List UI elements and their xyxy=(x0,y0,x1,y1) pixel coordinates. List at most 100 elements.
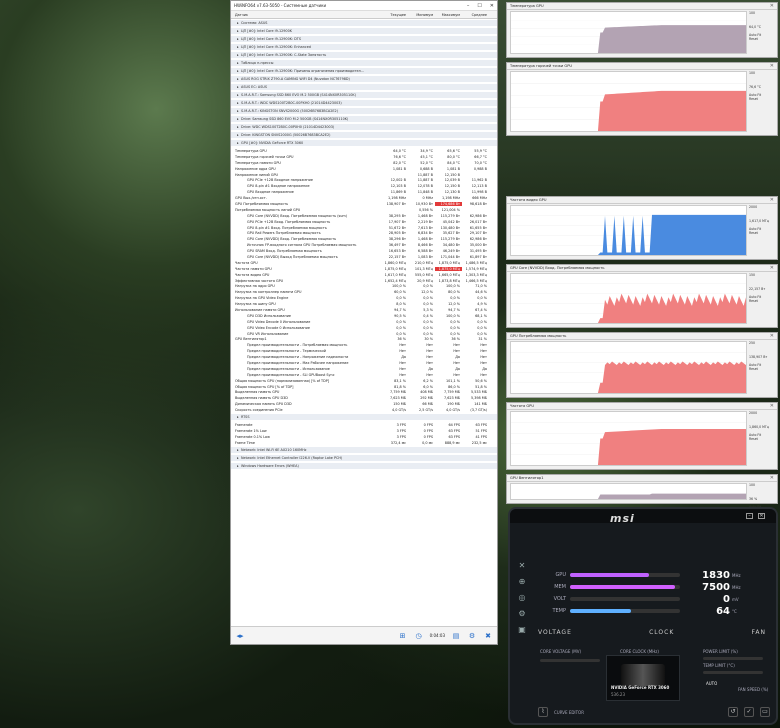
sensor-value: 11,887 В xyxy=(417,178,433,183)
sensor-value: 115,279 Вт xyxy=(440,237,460,242)
settings-icon[interactable]: ⚙ xyxy=(517,609,527,619)
graph-side-panel: 2000 1,860,0 МГц Auto Fit Reset xyxy=(749,411,775,441)
header-max[interactable]: Максимум xyxy=(435,13,462,17)
sensor-group-label: ▸ Drive: KINGSTON SNVS2000G (50026B7683BC… xyxy=(231,133,381,137)
sensor-group[interactable]: ▸ Network: Intel Wi-Fi 6E AX210 160MHz xyxy=(231,446,497,453)
power-limit-slider[interactable] xyxy=(703,657,763,660)
settings-icon[interactable]: ⚙ xyxy=(467,631,477,641)
reset-button[interactable]: Reset xyxy=(749,37,775,41)
graph-close-icon[interactable]: ✕ xyxy=(770,265,774,271)
monitor-fill xyxy=(570,573,650,577)
sensor-group[interactable]: ▸ S.M.A.R.T.: Samsung SSD 860 EVO M.2 500… xyxy=(231,92,497,98)
graph-side-panel: 150 22,157 Вт Auto Fit Reset xyxy=(749,273,775,303)
sensor-value: 1,198 MHz xyxy=(387,196,406,201)
sensor-value: Да xyxy=(455,355,460,360)
sensor-group[interactable]: ▸ ЦП [#0]: Intel Core i9-12900K xyxy=(231,28,497,34)
graph-side-panel: 250 138,907 Вт Auto Fit Reset xyxy=(749,341,775,371)
reset-button[interactable]: Reset xyxy=(749,231,775,235)
sensor-row[interactable]: Скорость соединения PCIe 4,0 GT/s 2,5 GT/s… xyxy=(231,407,497,413)
tab-fan[interactable]: FAN xyxy=(752,629,767,643)
sensor-group[interactable]: ▸ S.M.A.R.T.: WDC WDS100T2B0C-00PXH0 (210… xyxy=(231,100,497,106)
sensor-group-label: ▸ Система: ASUS xyxy=(231,21,381,25)
reset-button[interactable]: Reset xyxy=(749,367,775,371)
sensor-group[interactable]: ▸ Windows Hardware Errors (WHEA) xyxy=(231,462,497,469)
save-icon[interactable]: ▭ xyxy=(760,707,770,717)
header-current[interactable]: Текущее xyxy=(381,13,408,17)
sensor-name: Использование памяти GPU xyxy=(235,307,285,312)
curve-icon[interactable]: ⌇ xyxy=(538,707,548,717)
sensor-group[interactable]: ▸ ASUS EC: ASUS xyxy=(231,84,497,90)
sensor-group[interactable]: ▸ S.M.A.R.T.: KINGSTON SNVS2000G (50026B7… xyxy=(231,108,497,114)
reset-icon[interactable]: ↺ xyxy=(728,707,738,717)
apply-icon[interactable]: ✓ xyxy=(744,707,754,717)
sensor-group[interactable]: ▸ Drive: WDC WDS100T2B0C-00PXH0 (21014D44… xyxy=(231,124,497,130)
network-icon[interactable]: ⊞ xyxy=(398,631,408,641)
sensor-value: Нет xyxy=(426,361,433,365)
sensor-graph-window: GPU Вентилятор1✕10036 %Auto FitReset xyxy=(506,474,778,513)
report-icon[interactable]: ▤ xyxy=(451,631,461,641)
sensor-group[interactable]: ▸ Drive: Samsung SSD 860 EVO M.2 500GB (S… xyxy=(231,116,497,122)
graph-close-icon[interactable]: ✕ xyxy=(770,197,774,203)
sensor-value: 0,688 В xyxy=(419,166,433,171)
sensor-value: 100,0 % xyxy=(445,284,460,289)
sensor-value: 666 MHz xyxy=(472,196,487,201)
temp-limit-slider[interactable] xyxy=(703,671,763,674)
sensor-group[interactable]: ▸ Network: Intel Ethernet Controller I226… xyxy=(231,454,497,461)
scanner-icon[interactable]: ⊕ xyxy=(517,577,527,587)
sensor-group[interactable]: ▸ Drive: KINGSTON SNVS2000G (50026B7683BC… xyxy=(231,132,497,138)
header-sensor[interactable]: Датчик xyxy=(231,13,381,17)
sensor-group[interactable]: ▸ ASUS ROG STRIX Z790-A GAMING WIFI D4 (N… xyxy=(231,76,497,82)
sensor-row[interactable]: Frame Time 372,4 мс 0,0 мс 888,9 мс 232,5 мс xyxy=(231,440,497,446)
minimize-icon[interactable]: – xyxy=(467,3,470,9)
sensor-value: 67,4 % xyxy=(475,307,487,312)
oc-icon[interactable]: ◎ xyxy=(517,593,527,603)
sensor-group[interactable]: ▸ GPU [#0]: NVIDIA GeForce RTX 3060 xyxy=(231,140,497,146)
close-icon[interactable]: ✕ xyxy=(490,3,494,9)
sensor-value: 81,8 % xyxy=(394,384,406,389)
msi-minimize-icon[interactable]: – xyxy=(746,513,753,519)
graph-close-icon[interactable]: ✕ xyxy=(770,333,774,339)
sensor-value: 34,9 °C xyxy=(420,148,433,153)
sensor-value: Нет xyxy=(480,355,487,360)
header-avg[interactable]: Среднее xyxy=(462,13,489,17)
graph-plot xyxy=(510,411,747,466)
sensor-value: 36 % xyxy=(397,337,406,342)
sensor-group[interactable]: ▸ ЦП [#0]: Intel Core i9-12900K: C-State … xyxy=(231,52,497,58)
sensor-value: 12,150 В xyxy=(444,172,460,177)
sensor-value: 12,130 В xyxy=(444,190,460,195)
tab-clock[interactable]: CLOCK xyxy=(649,629,674,643)
sensor-group[interactable]: ▸ Таблица п-прессы xyxy=(231,60,497,66)
kboost-icon[interactable]: ✕ xyxy=(517,561,527,571)
monitor-icon[interactable]: ▣ xyxy=(517,625,527,635)
sensor-group[interactable]: ▸ RTSS xyxy=(231,414,497,421)
msi-close-icon[interactable]: ✕ xyxy=(758,513,765,519)
core-voltage-slider[interactable] xyxy=(540,659,600,662)
sensor-group-label: ▸ S.M.A.R.T.: Samsung SSD 860 EVO M.2 500… xyxy=(231,93,381,97)
sensor-group[interactable]: ▸ ЦП [#0]: Intel Core i9-12900K: DTS xyxy=(231,36,497,42)
sensor-value: 38,295 Вт xyxy=(388,213,406,218)
monitor-track xyxy=(570,573,680,577)
graph-svg xyxy=(511,283,746,323)
sensor-value: 1,665,0 МГц xyxy=(438,272,460,277)
maximize-icon[interactable]: ☐ xyxy=(477,3,481,9)
curve-editor-button[interactable]: CURVE EDITOR xyxy=(554,710,584,715)
header-min[interactable]: Минимум xyxy=(408,13,435,17)
sensor-group[interactable]: ▸ ЦП [#0]: Intel Core i9-12900K: Enhanced xyxy=(231,44,497,50)
fan-speed-label: FAN SPEED (%) xyxy=(738,687,769,692)
reset-button[interactable]: Reset xyxy=(749,299,775,303)
nav-left-icon[interactable]: ◂▸ xyxy=(235,631,245,641)
reset-button[interactable]: Reset xyxy=(749,437,775,441)
auto-toggle[interactable]: AUTO xyxy=(706,681,717,686)
close-sensors-icon[interactable]: ✖ xyxy=(483,631,493,641)
graph-close-icon[interactable]: ✕ xyxy=(770,475,774,481)
sensor-group[interactable]: ▸ Система: ASUS xyxy=(231,20,497,26)
graph-close-icon[interactable]: ✕ xyxy=(770,403,774,409)
sensor-value: 1,083 Вт xyxy=(417,254,433,259)
sensor-group[interactable]: ▸ ЦП [#0]: Intel Core i9-12900K: Причины … xyxy=(231,68,497,74)
reset-button[interactable]: Reset xyxy=(749,97,775,101)
sensor-value: 11,998 В xyxy=(471,190,487,195)
graph-close-icon[interactable]: ✕ xyxy=(770,63,774,69)
graph-close-icon[interactable]: ✕ xyxy=(770,3,774,9)
tab-voltage[interactable]: VOLTAGE xyxy=(538,629,572,643)
sensor-value: 45,1 °C xyxy=(420,154,433,159)
